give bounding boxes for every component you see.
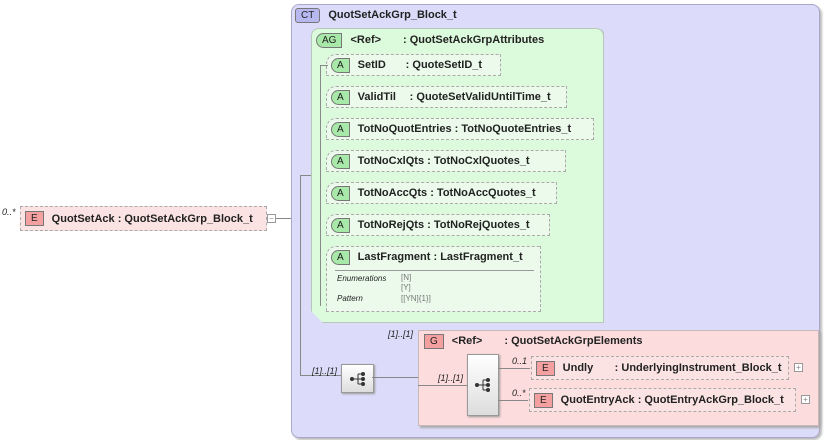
enum-value: [Y]: [401, 283, 411, 292]
element-type: : UnderlyingInstrument_Block_t: [614, 362, 782, 374]
element-icon: E: [534, 392, 553, 408]
connector: [418, 385, 468, 386]
enumerations-label: Enumerations: [337, 274, 387, 283]
attribute-type: : LastFragment_t: [433, 251, 523, 263]
element-icon: E: [25, 211, 44, 226]
element-name: QuotSetAck: [51, 212, 115, 225]
facets: Enumerations [N] [Y] Pattern [[YN]{1}]: [335, 270, 534, 307]
root-element-quotsetack[interactable]: E QuotSetAck : QuotSetAckGrp_Block_t: [20, 206, 267, 231]
expand-icon[interactable]: +: [794, 363, 803, 372]
attribute-name: TotNoAccQts: [357, 187, 428, 199]
attribute-type: : TotNoAccQuotes_t: [430, 187, 536, 199]
attribute-totnorejqts[interactable]: A TotNoRejQts : TotNoRejQuotes_t: [326, 214, 550, 236]
attribute-type: : QuoteSetValidUntilTime_t: [409, 91, 551, 103]
group-header: G <Ref> : QuotSetAckGrpElements: [424, 334, 643, 349]
attribute-icon: A: [331, 57, 350, 73]
attribute-name: TotNoCxlQts: [357, 155, 425, 167]
element-name: QuotEntryAck: [560, 394, 635, 406]
attribute-icon: A: [331, 121, 350, 137]
attribute-name: TotNoRejQts: [357, 219, 425, 231]
attribute-name: SetID: [357, 59, 386, 71]
attribute-icon: A: [331, 89, 350, 105]
element-cardinality: 0..1: [512, 356, 528, 366]
attribute-lastfragment[interactable]: A LastFragment : LastFragment_t Enumerati…: [326, 246, 541, 312]
pattern-label: Pattern: [337, 294, 363, 303]
attribute-name: LastFragment: [357, 251, 431, 263]
sequence-cardinality: [1]..[1]: [312, 366, 338, 376]
element-type: : QuotEntryAckGrp_Block_t: [637, 394, 784, 406]
attribute-group-header: AG <Ref> : QuotSetAckGrpAttributes: [316, 33, 544, 48]
root-cardinality: 0..*: [2, 207, 16, 217]
connector: [300, 175, 301, 375]
attribute-type: : TotNoRejQuotes_t: [427, 219, 530, 231]
attribute-name: TotNoQuotEntries: [357, 123, 452, 135]
connector: [498, 400, 528, 401]
attribute-validtil[interactable]: A ValidTil : QuoteSetValidUntilTime_t: [326, 86, 567, 108]
attribute-icon: A: [331, 153, 350, 169]
element-type: : QuotSetAckGrp_Block_t: [117, 212, 253, 225]
attribute-totnoaccqts[interactable]: A TotNoAccQts : TotNoAccQuotes_t: [326, 182, 557, 204]
attribute-type: : TotNoQuoteEntries_t: [454, 123, 572, 135]
complex-type-name: QuotSetAckGrp_Block_t: [328, 9, 457, 21]
group-icon: G: [424, 334, 444, 349]
element-name: Undly: [562, 362, 594, 374]
attribute-name: ValidTil: [357, 91, 396, 103]
attribute-group-icon: AG: [316, 33, 343, 48]
element-cardinality: 0..*: [512, 388, 526, 398]
inner-sequence-cardinality: [1]..[1]: [438, 373, 464, 383]
attribute-type: : TotNoCxlQuotes_t: [427, 155, 530, 167]
connector: [276, 218, 291, 219]
group-ref: <Ref>: [451, 335, 483, 347]
element-icon: E: [536, 360, 555, 376]
connector: [320, 66, 321, 306]
connector: [372, 377, 418, 378]
element-undly[interactable]: E Undly : UnderlyingInstrument_Block_t: [531, 356, 789, 380]
attribute-icon: A: [331, 185, 350, 201]
connector: [320, 65, 328, 66]
attribute-icon: A: [331, 217, 350, 233]
attribute-icon: A: [331, 250, 350, 265]
pattern-value: [[YN]{1}]: [401, 294, 431, 303]
attribute-totnoquotentries[interactable]: A TotNoQuotEntries : TotNoQuoteEntries_t: [326, 118, 594, 140]
attribute-group-name: : QuotSetAckGrpAttributes: [403, 34, 545, 46]
enum-value: [N]: [401, 273, 412, 282]
expand-icon[interactable]: +: [801, 395, 810, 404]
element-quotentryack[interactable]: E QuotEntryAck : QuotEntryAckGrp_Block_t: [529, 388, 796, 412]
attribute-group-ref: <Ref>: [350, 34, 382, 46]
attribute-type: : QuoteSetID_t: [405, 59, 483, 71]
sequence-compositor-icon[interactable]: [341, 364, 374, 393]
group-name: : QuotSetAckGrpElements: [504, 335, 643, 347]
complex-type-header: CT QuotSetAckGrp_Block_t: [295, 8, 457, 23]
connector: [498, 368, 530, 369]
attribute-setid[interactable]: A SetID : QuoteSetID_t: [326, 54, 501, 76]
collapse-icon[interactable]: −: [267, 214, 276, 223]
group-cardinality: [1]..[1]: [388, 329, 414, 339]
complex-type-icon: CT: [295, 8, 321, 23]
inner-sequence-compositor-icon[interactable]: [467, 354, 499, 416]
attribute-totnocxlqts[interactable]: A TotNoCxlQts : TotNoCxlQuotes_t: [326, 150, 566, 172]
